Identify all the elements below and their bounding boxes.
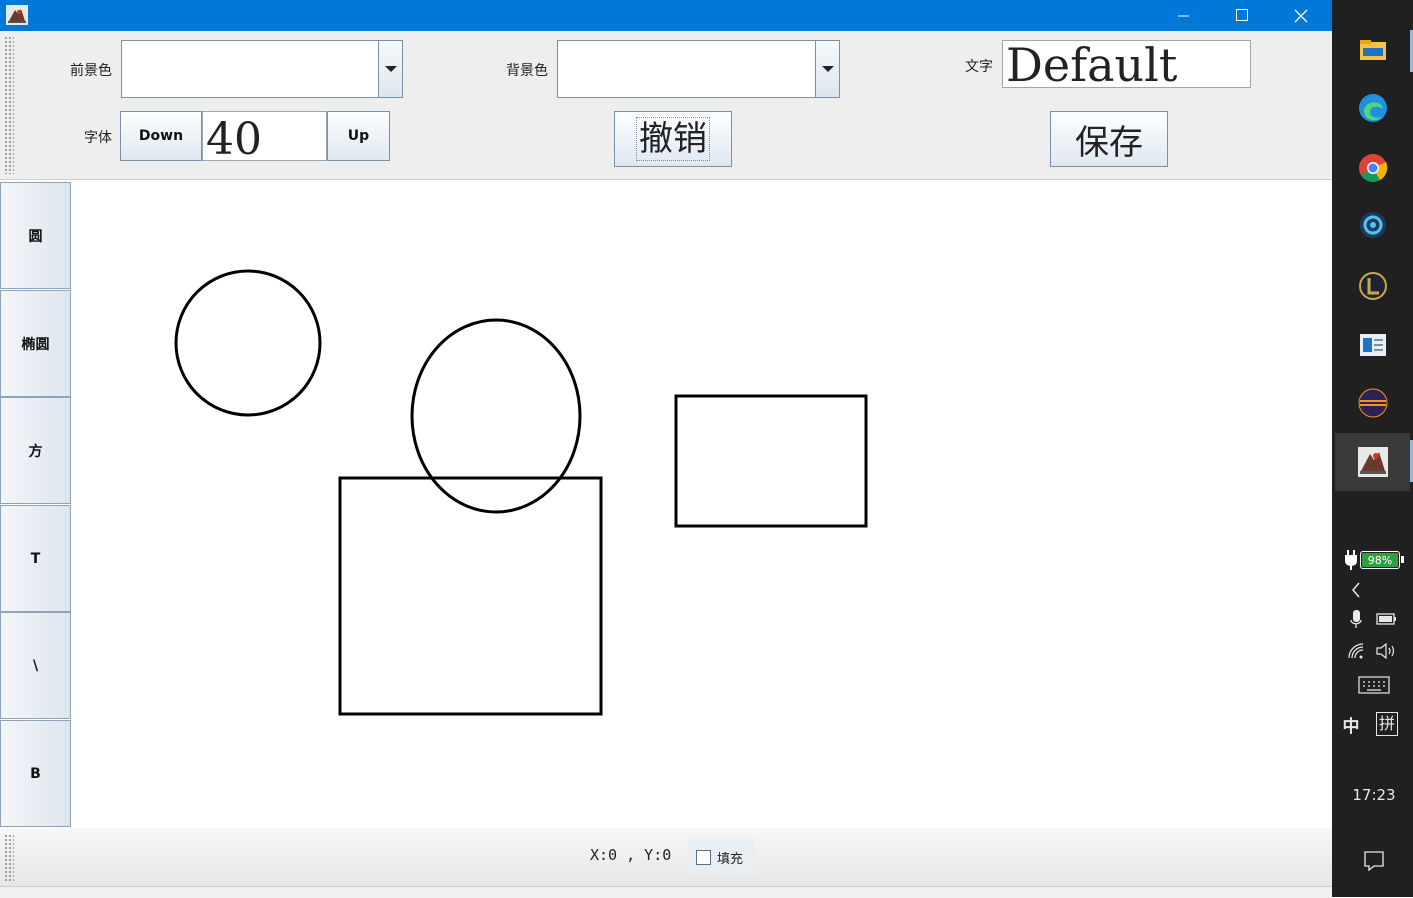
font-size-field[interactable]: 40: [202, 111, 327, 161]
tool-brush-button[interactable]: B: [0, 720, 71, 827]
tool-text-button[interactable]: T: [0, 505, 71, 612]
drawn-rectangle-large: [338, 476, 603, 716]
font-down-button[interactable]: Down: [120, 111, 202, 161]
power-plug-icon: [1345, 550, 1357, 570]
save-button[interactable]: 保存: [1050, 111, 1168, 167]
reader-icon[interactable]: [1355, 327, 1391, 363]
ime-pinyin-indicator[interactable]: 拼: [1376, 712, 1398, 736]
java-app-icon[interactable]: [6, 5, 28, 25]
notification-center-icon[interactable]: [1362, 849, 1386, 873]
minimize-button[interactable]: [1161, 0, 1207, 31]
chevron-down-icon[interactable]: [815, 41, 839, 97]
eclipse-icon[interactable]: [1355, 385, 1391, 421]
app-ring-icon[interactable]: [1355, 207, 1391, 243]
java-app-icon[interactable]: [1355, 444, 1391, 480]
background-color-label: 背景色: [506, 63, 548, 79]
edge-icon[interactable]: [1355, 90, 1391, 126]
ime-mode-indicator[interactable]: 中: [1340, 712, 1362, 737]
text-label: 文字: [965, 59, 993, 75]
wifi-icon[interactable]: [1345, 640, 1369, 662]
window-bottom-edge: [0, 886, 1332, 898]
chevron-left-icon[interactable]: [1346, 580, 1366, 600]
toolbar-drag-grip[interactable]: [4, 36, 14, 174]
statusbar-drag-grip[interactable]: [4, 834, 14, 882]
chrome-icon[interactable]: [1355, 150, 1391, 186]
volume-icon[interactable]: [1374, 640, 1398, 662]
drawing-canvas[interactable]: [72, 180, 1332, 828]
tool-circle-button[interactable]: 圆: [0, 182, 71, 289]
battery-indicator[interactable]: 98%: [1345, 548, 1405, 572]
clock-time[interactable]: 17:23: [1340, 784, 1408, 806]
background-color-select[interactable]: [557, 40, 840, 98]
maximize-button[interactable]: [1219, 0, 1265, 31]
tool-rectangle-button[interactable]: 方: [0, 397, 71, 504]
file-explorer-icon[interactable]: [1355, 32, 1391, 68]
font-up-button[interactable]: Up: [327, 111, 390, 161]
chevron-down-icon[interactable]: [378, 41, 402, 97]
drawn-circle: [174, 269, 322, 417]
battery-percent: 98%: [1362, 553, 1398, 567]
cursor-coordinates: X:0 , Y:0: [590, 846, 672, 864]
keyboard-icon[interactable]: [1356, 674, 1392, 696]
window-title-bar: [0, 0, 1332, 31]
font-label: 字体: [84, 130, 112, 146]
tool-line-button[interactable]: \: [0, 612, 71, 719]
tool-ellipse-button[interactable]: 椭圆: [0, 290, 71, 397]
foreground-color-select[interactable]: [121, 40, 403, 98]
undo-button-label: 撤销: [636, 117, 710, 161]
fill-checkbox-box[interactable]: [696, 849, 711, 865]
fill-checkbox[interactable]: 填充: [688, 839, 754, 875]
fill-checkbox-label: 填充: [717, 851, 744, 867]
foreground-color-label: 前景色: [70, 63, 112, 79]
battery-icon: 98%: [1360, 551, 1404, 569]
close-button[interactable]: [1278, 0, 1324, 31]
battery-small-icon[interactable]: [1374, 608, 1398, 630]
text-input[interactable]: Default: [1002, 40, 1251, 88]
save-button-label: 保存: [1075, 122, 1143, 163]
league-icon[interactable]: [1355, 268, 1391, 304]
drawn-ellipse: [410, 318, 582, 514]
undo-button[interactable]: 撤销: [614, 111, 732, 167]
drawn-rectangle-small: [674, 394, 868, 528]
microphone-icon[interactable]: [1345, 608, 1367, 630]
